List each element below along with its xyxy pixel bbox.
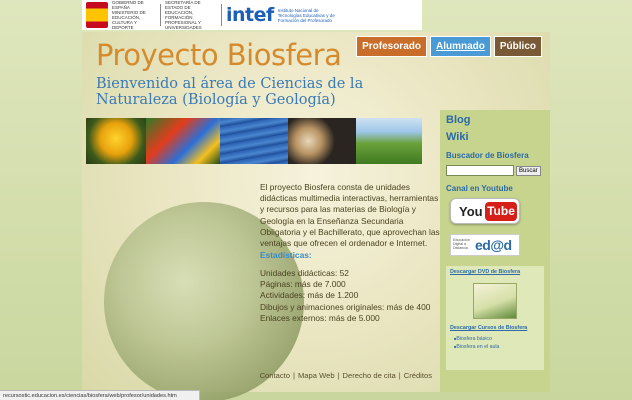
search-button[interactable]: Buscar	[516, 165, 541, 176]
youtube-you-text: You	[459, 204, 483, 219]
bee-flower-photo	[86, 118, 146, 164]
curso-item[interactable]: Biosfera en el aula	[454, 343, 540, 351]
footer-separator: |	[292, 371, 295, 380]
stat-item: Actividades: más de 1.200	[260, 290, 359, 301]
government-header: GOBIERNO DE ESPAÑA MINISTERIO DE EDUCACI…	[82, 0, 422, 30]
youtube-channel-button[interactable]: You Tube	[450, 198, 520, 224]
mapa-web-link[interactable]: Mapa Web	[298, 371, 335, 380]
dvd-cover-image[interactable]	[473, 283, 517, 319]
intef-label: Instituto Nacional de Tecnologías Educat…	[277, 7, 335, 23]
downloads-box: Descargar DVD de Biosfera Descargar Curs…	[446, 266, 544, 370]
spain-crest-icon	[86, 2, 108, 28]
header-divider	[221, 4, 222, 26]
youtube-tube-text: Tube	[485, 202, 517, 221]
blog-link[interactable]: Blog	[446, 114, 544, 126]
browser-status-bar: recursostic.educacion.es/ciencias/biosfe…	[0, 390, 200, 400]
parrot-photo	[146, 118, 220, 164]
stat-item: Enlaces externos: más de 5.000	[260, 312, 380, 323]
nav-profesorado[interactable]: Profesorado	[356, 36, 427, 57]
cursos-list: Biosfera básico Biosfera en el aula	[450, 335, 540, 351]
nav-alumnado[interactable]: Alumnado	[429, 36, 491, 57]
nature-photo-strip	[86, 118, 436, 164]
sea-waves-photo	[220, 118, 288, 164]
edad-logo: ed@d	[475, 237, 512, 253]
green-hills-photo	[356, 118, 422, 164]
ministry-label: GOBIERNO DE ESPAÑA MINISTERIO DE EDUCACI…	[112, 0, 146, 30]
seashells-photo	[288, 118, 356, 164]
page-title: Proyecto Biosfera	[96, 38, 342, 72]
footer-links: Contacto | Mapa Web | Derecho de cita | …	[260, 371, 432, 380]
page-subtitle: Bienvenido al área de Ciencias de la Nat…	[96, 76, 364, 108]
stats-heading: Estadísticas:	[260, 250, 312, 260]
right-sidebar: Blog Wiki Buscador de Biosfera Buscar Ca…	[440, 110, 550, 392]
youtube-heading: Canal en Youtube	[446, 184, 513, 193]
contacto-link[interactable]: Contacto	[260, 371, 290, 380]
search-heading: Buscador de Biosfera	[446, 151, 529, 160]
download-dvd-link[interactable]: Descargar DVD de Biosfera	[450, 269, 540, 275]
search-input[interactable]	[446, 165, 514, 176]
search-form: Buscar	[446, 165, 544, 176]
creditos-link[interactable]: Créditos	[404, 371, 432, 380]
download-cursos-link[interactable]: Descargar Cursos de Biosfera	[450, 325, 540, 331]
header-divider	[160, 4, 161, 26]
footer-separator: |	[337, 371, 340, 380]
footer-separator: |	[398, 371, 401, 380]
nav-publico[interactable]: Público	[493, 36, 542, 57]
audience-nav: Profesorado Alumnado Público	[356, 36, 542, 57]
stat-item: Dibujos y animaciones originales: más de…	[260, 301, 431, 312]
curso-item[interactable]: Biosfera básico	[454, 335, 540, 343]
stat-item: Unidades didácticas: 52	[260, 268, 349, 278]
edad-banner[interactable]: Educación Digital a Distancia ed@d	[450, 234, 520, 256]
edad-small-text: Educación Digital a Distancia	[453, 238, 470, 250]
stat-item: Páginas: más de 7.000	[260, 279, 346, 290]
project-description: El proyecto Biosfera consta de unidades …	[260, 182, 440, 249]
secretaria-label: SECRETARÍA DE ESTADO DE EDUCACIÓN, FORMA…	[165, 0, 202, 30]
derecho-cita-link[interactable]: Derecho de cita	[343, 371, 396, 380]
wiki-link[interactable]: Wiki	[446, 131, 544, 143]
stats-list: Unidades didácticas: 52 Páginas: más de …	[260, 268, 430, 324]
intef-logo[interactable]: intef	[226, 4, 274, 26]
